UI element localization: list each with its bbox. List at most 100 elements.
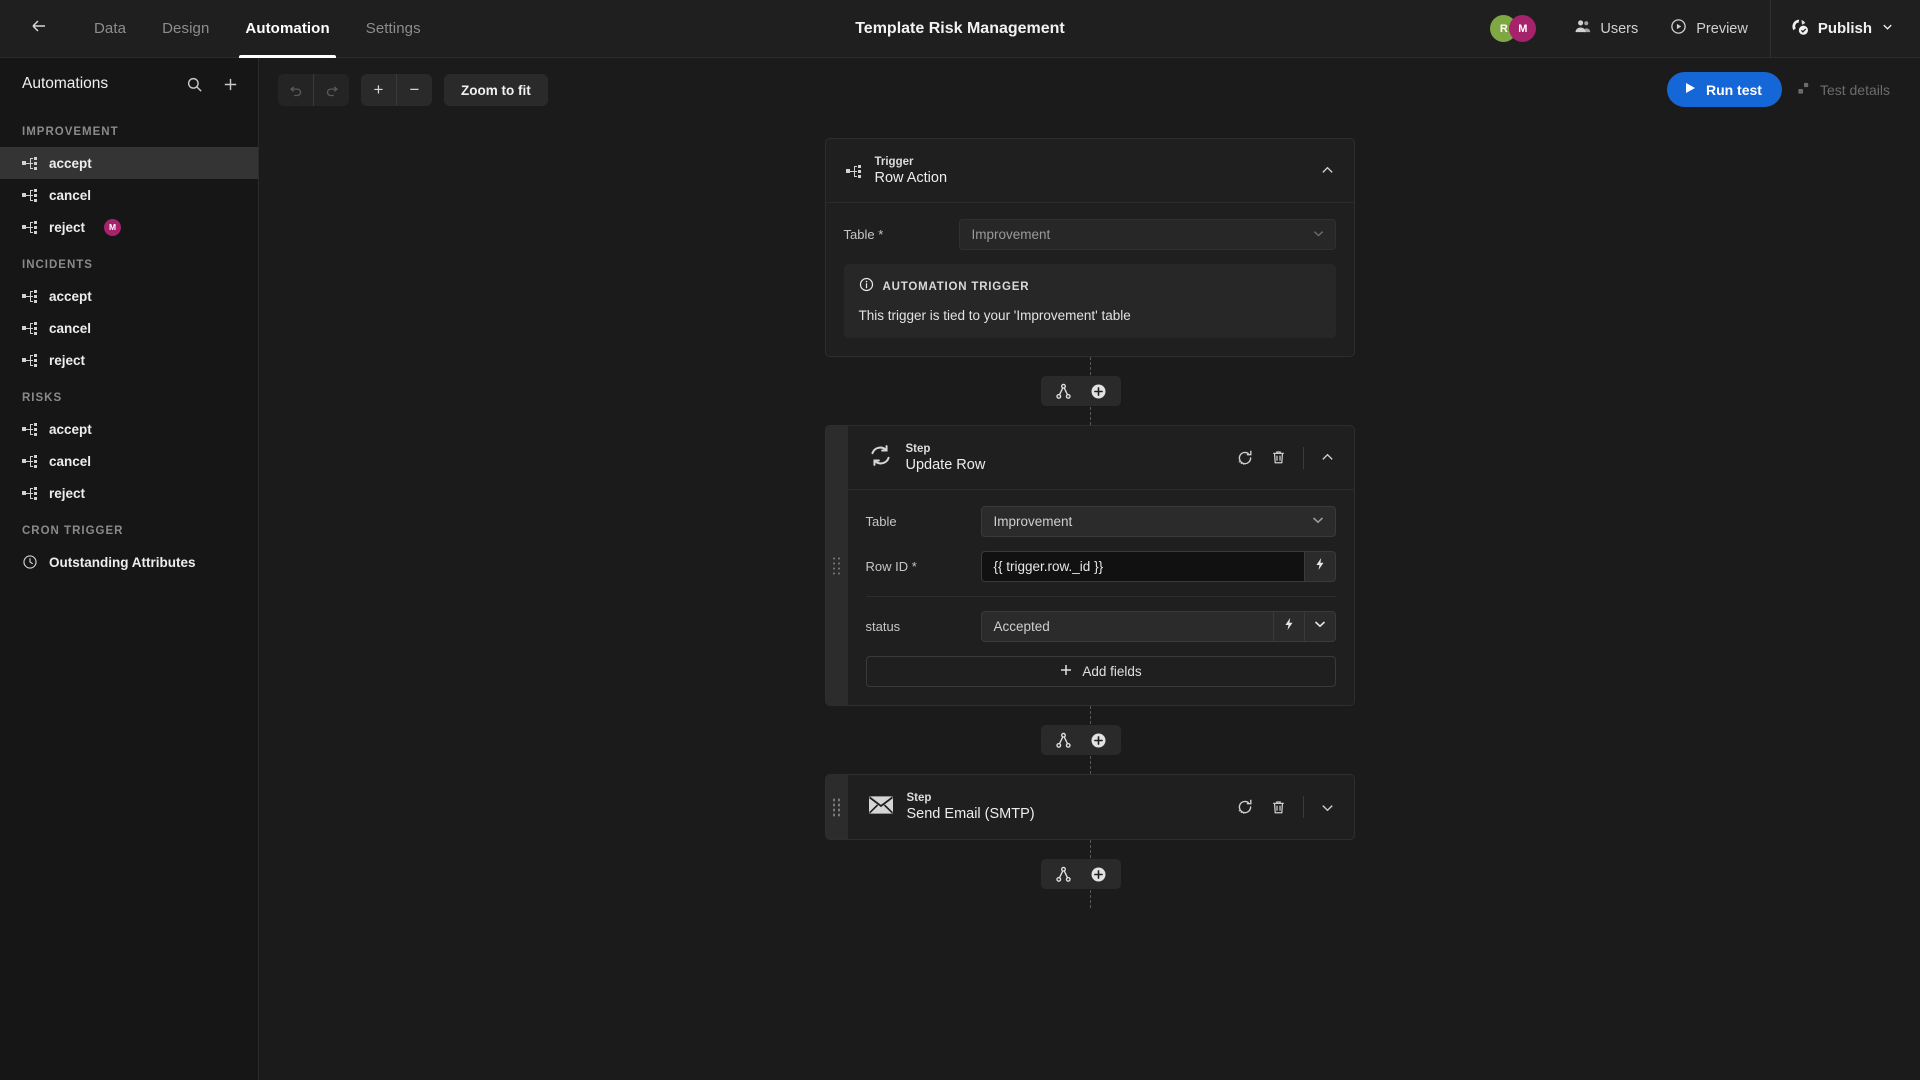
trigger-card-body: Trigger Row Action Table * Improvement A… xyxy=(825,139,1354,356)
chevron-down-icon[interactable] xyxy=(1318,797,1338,817)
chevron-up-icon[interactable] xyxy=(1318,161,1338,181)
undo-button[interactable] xyxy=(278,74,313,106)
step-rowid-label: Row ID * xyxy=(865,559,917,574)
tab-automation[interactable]: Automation xyxy=(227,0,347,58)
step-card-body: Step Send Email (SMTP) xyxy=(848,775,1354,839)
chevron-down-icon xyxy=(1881,20,1894,37)
step-row: Step Send Email (SMTP) xyxy=(259,774,1920,840)
automation-flow-icon xyxy=(22,289,38,303)
sidebar-groups: IMPROVEMENT accept cancel reject M INCIDENTS a… xyxy=(0,110,258,578)
trigger-card: Trigger Row Action Table * Improvement A… xyxy=(824,138,1355,357)
automation-flow-icon xyxy=(22,486,38,500)
trigger-name: Row Action xyxy=(874,169,948,186)
play-icon xyxy=(1683,81,1697,98)
sidebar-item-cancel[interactable]: cancel xyxy=(0,179,258,211)
row-id-value: {{ trigger.row._id }} xyxy=(993,559,1104,574)
step-status-row: status Accepted xyxy=(866,611,1336,642)
sidebar-item-badge: M xyxy=(104,218,122,236)
sidebar-item-label: cancel xyxy=(49,453,92,469)
step-table-select[interactable]: Improvement xyxy=(980,506,1336,537)
trigger-kind: Trigger xyxy=(874,155,914,168)
branch-icon[interactable] xyxy=(1054,731,1073,750)
sidebar-title: Automations xyxy=(22,75,109,92)
preview-button[interactable]: Preview xyxy=(1654,0,1764,58)
row-id-input[interactable]: {{ trigger.row._id }} xyxy=(980,551,1305,582)
plus-icon xyxy=(1059,663,1073,680)
status-dropdown-button[interactable] xyxy=(1304,611,1336,642)
step-drag-rail[interactable] xyxy=(825,775,848,839)
trash-icon[interactable] xyxy=(1269,797,1289,817)
drag-handle-icon[interactable] xyxy=(832,557,841,575)
step-card-header[interactable]: Step Update Row xyxy=(847,426,1354,490)
connector-actions xyxy=(1041,725,1121,755)
tab-design[interactable]: Design xyxy=(144,0,227,58)
test-details-button[interactable]: Test details xyxy=(1796,81,1896,99)
plus-circle-icon[interactable] xyxy=(1089,865,1108,884)
step-kind: Step xyxy=(905,442,931,455)
refresh-row-icon xyxy=(868,443,893,473)
info-title: AUTOMATION TRIGGER xyxy=(882,281,1030,293)
search-icon[interactable] xyxy=(184,74,204,94)
tab-settings[interactable]: Settings xyxy=(348,0,439,58)
zoom-out-button[interactable]: − xyxy=(397,74,432,106)
publish-label: Publish xyxy=(1817,20,1872,37)
info-text: This trigger is tied to your 'Improvemen… xyxy=(858,308,1131,323)
plus-icon[interactable] xyxy=(220,74,240,94)
sidebar-item-reject[interactable]: reject xyxy=(0,344,258,376)
sidebar-item-outstanding-attributes[interactable]: Outstanding Attributes xyxy=(0,546,258,578)
status-binding-button[interactable] xyxy=(1273,611,1305,642)
automation-flow-icon xyxy=(22,188,38,202)
tab-automation-label: Automation xyxy=(245,20,330,37)
add-fields-button[interactable]: Add fields xyxy=(865,656,1336,687)
run-test-button[interactable]: Run test xyxy=(1666,72,1782,107)
info-icon xyxy=(859,277,874,297)
chevron-up-icon[interactable] xyxy=(1318,448,1338,468)
redo-button[interactable] xyxy=(314,74,349,106)
step-status-control: Accepted xyxy=(980,611,1336,642)
row-id-binding-button[interactable] xyxy=(1304,551,1336,582)
avatar[interactable]: M xyxy=(1509,15,1537,42)
sidebar-item-reject[interactable]: reject M xyxy=(0,211,258,243)
step-drag-rail[interactable] xyxy=(825,426,848,705)
action-divider xyxy=(1302,796,1304,818)
trash-icon[interactable] xyxy=(1269,448,1289,468)
users-button[interactable]: Users xyxy=(1558,0,1654,58)
rerun-icon[interactable] xyxy=(1235,448,1255,468)
rerun-icon[interactable] xyxy=(1235,797,1255,817)
add-fields-label: Add fields xyxy=(1082,664,1142,679)
zoom-controls: + − xyxy=(361,74,432,106)
sidebar-item-accept[interactable]: accept xyxy=(0,280,258,312)
plus-circle-icon[interactable] xyxy=(1089,731,1108,750)
sidebar-item-label: cancel xyxy=(49,320,92,336)
sidebar-group-label: RISKS xyxy=(22,392,63,404)
publish-button[interactable]: Publish xyxy=(1777,0,1920,58)
plus-circle-icon[interactable] xyxy=(1089,382,1108,401)
sidebar-item-reject[interactable]: reject xyxy=(0,477,258,509)
sidebar-item-accept[interactable]: accept xyxy=(0,413,258,445)
drag-handle-icon[interactable] xyxy=(832,798,841,816)
branch-icon[interactable] xyxy=(1054,865,1073,884)
zoom-in-button[interactable]: + xyxy=(361,74,396,106)
test-details-label: Test details xyxy=(1819,81,1890,98)
avatar-group[interactable]: R M xyxy=(1490,15,1537,42)
trigger-card-content: Table * Improvement AUTOMATION TRIGGER T… xyxy=(826,203,1354,356)
sidebar-item-label: reject xyxy=(49,485,86,501)
step-head-text: Step Send Email (SMTP) xyxy=(907,792,1035,822)
sidebar-item-accept[interactable]: accept xyxy=(0,147,258,179)
status-input[interactable]: Accepted xyxy=(980,611,1274,642)
test-controls: Run test Test details xyxy=(1666,72,1896,107)
back-button[interactable] xyxy=(24,14,54,44)
tab-settings-label: Settings xyxy=(365,20,421,37)
sidebar-item-cancel[interactable]: cancel xyxy=(0,445,258,477)
sidebar-item-cancel[interactable]: cancel xyxy=(0,312,258,344)
branch-icon[interactable] xyxy=(1054,382,1073,401)
automation-flow-icon xyxy=(22,156,38,170)
step-card-header[interactable]: Step Send Email (SMTP) xyxy=(848,775,1354,839)
trigger-card-header[interactable]: Trigger Row Action xyxy=(825,139,1354,203)
tab-data[interactable]: Data xyxy=(76,0,144,58)
automation-canvas: + − Zoom to fit Run test Test details Tr… xyxy=(259,58,1920,1080)
step-card-content: Table Improvement Row ID * {{trigger.ro… xyxy=(848,490,1354,705)
top-bar: Data Design Automation Settings Template… xyxy=(0,0,1920,58)
zoom-to-fit-button[interactable]: Zoom to fit xyxy=(444,74,548,106)
status-value: Accepted xyxy=(993,619,1050,634)
